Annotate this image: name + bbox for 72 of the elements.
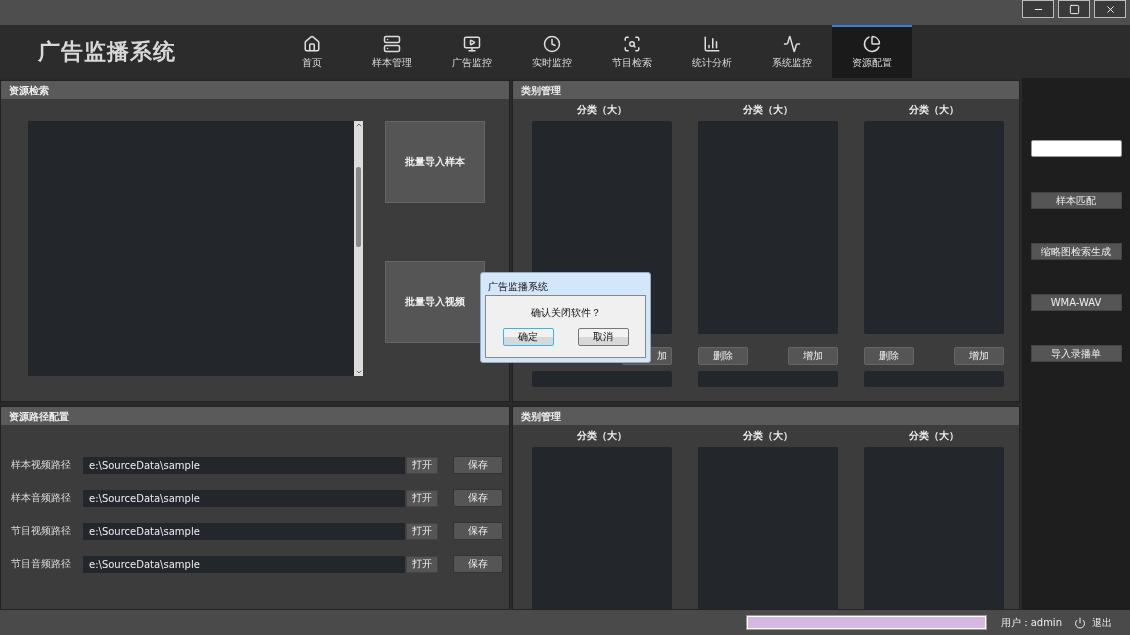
column-heading: 分类（大） [576,429,628,443]
maximize-button[interactable] [1058,0,1090,18]
import-button[interactable]: 批量导入样本 [385,121,485,203]
panel-title: 类别管理 [513,81,1019,99]
save-button[interactable]: 保存 [453,522,503,540]
category-field[interactable] [698,371,838,387]
open-button[interactable]: 打开 [406,489,438,507]
pie-chart-icon [863,35,881,53]
delete-button[interactable]: 删除 [864,347,914,365]
nav-tab[interactable]: 样本管理 [352,25,432,78]
column-heading: 分类（大） [742,103,794,117]
minimize-button[interactable] [1022,0,1054,18]
scroll-up-icon[interactable] [354,121,363,129]
path-label: 节目音频路径 [11,557,72,571]
category-field[interactable] [864,371,1004,387]
nav-tab[interactable]: 首页 [272,25,352,78]
sidebar-button[interactable]: WMA-WAV [1030,294,1122,311]
path-label: 节目视频路径 [11,524,72,538]
save-button[interactable]: 保存 [453,489,503,507]
path-field[interactable]: e:\SourceData\sample [83,522,405,540]
path-field[interactable]: e:\SourceData\sample [83,555,405,573]
path-label: 样本视频路径 [11,458,72,472]
panel-title: 类别管理 [513,407,1019,425]
save-button[interactable]: 保存 [453,555,503,573]
dialog-title: 广告监播系统 [487,280,549,294]
resource-list[interactable] [28,121,363,376]
pulse-icon [783,35,801,53]
column-heading: 分类（大） [908,103,960,117]
logout-button[interactable]: 退出 [1074,615,1112,630]
maximize-icon [1068,3,1080,15]
category-field[interactable] [532,371,672,387]
user-label: 用户：admin [1000,615,1062,630]
clock-icon [543,35,561,53]
panel-title: 资源路径配置 [1,407,509,425]
add-button[interactable]: 增加 [788,347,838,365]
open-button[interactable]: 打开 [406,555,438,573]
import-button[interactable]: 批量导入视频 [385,261,485,343]
app-logo: 广告监播系统 [37,37,177,66]
path-field[interactable]: e:\SourceData\sample [83,489,405,507]
dialog-button[interactable]: 取消 [577,328,629,346]
power-icon [1074,616,1086,629]
dialog-button[interactable]: 确定 [502,328,554,346]
nav-tab[interactable]: 节目检索 [592,25,672,78]
open-button[interactable]: 打开 [406,522,438,540]
column-heading: 分类（大） [576,103,628,117]
nav-tab[interactable]: 实时监控 [512,25,592,78]
nav-tab[interactable]: 资源配置 [832,25,912,78]
dialog-message: 确认关闭软件？ [530,306,601,320]
open-button[interactable]: 打开 [406,456,438,474]
nav-tab[interactable]: 统计分析 [672,25,752,78]
close-icon [1104,3,1116,15]
delete-button[interactable]: 删除 [698,347,748,365]
nav-tab[interactable]: 系统监控 [752,25,832,78]
input-field[interactable] [1030,140,1122,157]
save-button[interactable]: 保存 [453,456,503,474]
sidebar-button[interactable]: 导入录播单 [1030,345,1122,362]
sidebar-button[interactable]: 样本匹配 [1030,192,1122,209]
column-heading: 分类（大） [908,429,960,443]
panel-title: 资源检索 [1,81,509,99]
sidebar-button[interactable]: 缩略图检索生成 [1030,243,1122,260]
nav-tab[interactable]: 广告监控 [432,25,512,78]
close-button[interactable] [1094,0,1126,18]
scroll-down-icon[interactable] [354,368,363,376]
server-icon [383,35,401,53]
add-button[interactable]: 增加 [954,347,1004,365]
monitor-icon [463,35,481,53]
path-field[interactable]: e:\SourceData\sample [83,456,405,474]
home-icon [303,35,321,53]
column-heading: 分类（大） [742,429,794,443]
path-label: 样本音频路径 [11,491,72,505]
scrollbar[interactable] [354,121,363,376]
bar-chart-icon [703,35,721,53]
